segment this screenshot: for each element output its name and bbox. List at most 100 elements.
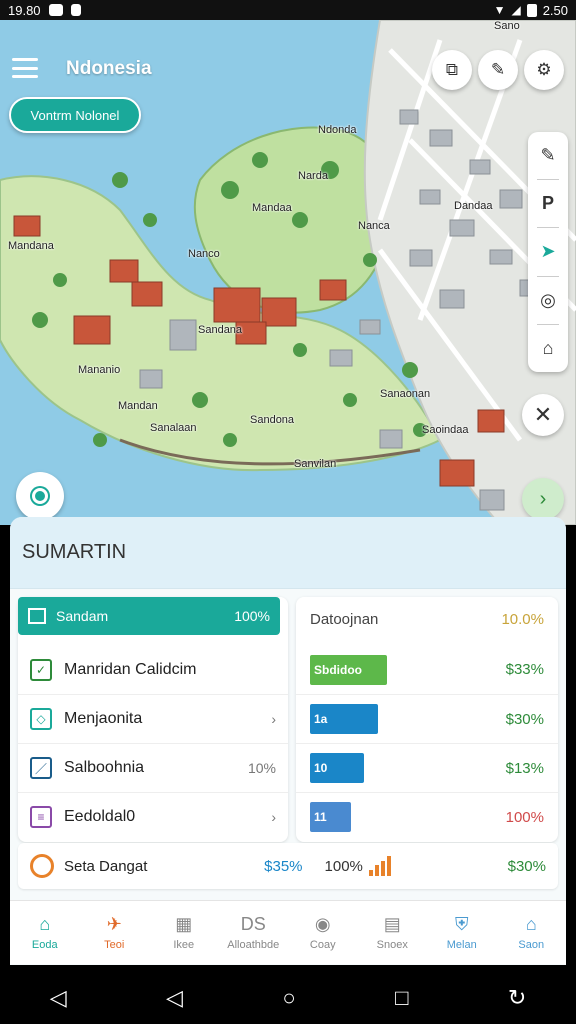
summary-panel: SUMARTIN Sandam 100% ✓ Manridan Calidcim… (10, 517, 566, 965)
stat-bar: 1a (310, 704, 378, 734)
recents-icon[interactable]: □ (395, 985, 408, 1011)
bottom-tab-bar: ⌂ Eoda ✈ Teoi ▦ Ikee DS Alloathbde ◉ Coay ▤ Sn… (10, 900, 566, 964)
tab-shield[interactable]: ⛨ Melan (427, 901, 497, 964)
navigate-icon[interactable]: ➤ (540, 241, 555, 262)
go-arrow-icon[interactable]: › (522, 478, 564, 520)
tab-list[interactable]: ▤ Snoex (358, 901, 428, 964)
close-icon[interactable]: ✕ (522, 394, 564, 436)
stat-bar: 10 (310, 753, 364, 783)
tab-label: Ikee (173, 938, 195, 951)
settings-icon[interactable]: ⚙ (524, 50, 564, 90)
chevron-right-icon: › (271, 711, 276, 727)
layers-icon[interactable]: ⧉ (432, 50, 472, 90)
list-item[interactable]: ／ Salboohnia 10% (18, 743, 288, 792)
tab-label: Teoi (104, 938, 125, 951)
map-canvas (0, 20, 576, 525)
summary-bottom-row[interactable]: Seta Dangat $35% 100% $30% (18, 843, 558, 889)
map-label: Narda (298, 170, 328, 182)
tab-label: Melan (446, 938, 477, 951)
chevron-right-icon: › (271, 809, 276, 825)
bottom-row-value-1: $35% (264, 857, 303, 875)
status-bar: 19.80 ▼ ◢ 2.50 (0, 0, 576, 20)
tab-compass[interactable]: ◉ Coay (288, 901, 358, 964)
grid-icon: ▦ (175, 914, 193, 934)
target-icon[interactable]: ◎ (540, 290, 556, 311)
stat-value: 100% (505, 808, 544, 826)
stat-value: $13% (505, 759, 544, 777)
view-pill-button[interactable]: Vontrm Nolonel (9, 97, 141, 133)
back-arrow-icon[interactable]: ◁ (50, 985, 67, 1011)
home-circle-icon[interactable]: ○ (282, 985, 295, 1011)
route-icon: ✈ (106, 914, 122, 934)
status-right-text: 2.50 (542, 2, 568, 18)
notification-icon (48, 4, 63, 16)
map-label: Mandan (118, 400, 158, 412)
list-icon: ▤ (383, 914, 401, 934)
stats-header: Datoojnan 10.0% (296, 597, 558, 641)
warning-icon (30, 854, 54, 878)
selected-row-value: 100% (234, 608, 270, 624)
shield-icon: ⛨ (455, 914, 469, 934)
stats-header-value: 10.0% (501, 610, 544, 628)
rotate-icon[interactable]: ↻ (508, 985, 526, 1011)
edit-icon[interactable]: ✎ (540, 145, 555, 166)
selected-row[interactable]: Sandam 100% (18, 597, 280, 635)
tab-home[interactable]: ⌂ Eoda (10, 901, 80, 964)
map-label: Nanco (188, 248, 220, 260)
map-label: Sanalaan (150, 422, 197, 434)
wifi-icon: ▼ (493, 3, 506, 17)
left-list-card: Sandam 100% ✓ Manridan Calidcim ◇ Menjao… (18, 597, 288, 842)
tools-icon[interactable]: ✎ (478, 50, 518, 90)
stats-header-label: Datoojnan (310, 610, 379, 628)
stat-row[interactable]: 1a $30% (296, 694, 558, 743)
tab-ds[interactable]: DS Alloathbde (219, 901, 289, 964)
selected-row-label: Sandam (56, 608, 109, 624)
list-item-label: Manridan Calidcim (64, 660, 197, 678)
map-label: Saoindaa (422, 424, 469, 436)
building-icon: ⌂ (525, 914, 537, 934)
document-icon: ≡ (30, 806, 52, 828)
map-side-toolbar: ✎ P ➤ ◎ ⌂ (528, 132, 568, 372)
compass-icon: ◉ (314, 914, 331, 934)
locate-me-button[interactable] (16, 472, 64, 520)
stat-row[interactable]: Sbdidoo $33% (296, 645, 558, 694)
app-icon (70, 4, 81, 16)
menu-icon[interactable] (12, 58, 38, 78)
tab-grid[interactable]: ▦ Ikee (149, 901, 219, 964)
list-item[interactable]: ◇ Menjaonita › (18, 694, 288, 743)
tab-label: Alloathbde (227, 938, 280, 951)
stat-row[interactable]: 11 100% (296, 792, 558, 841)
list-item-label: Menjaonita (64, 710, 143, 727)
tab-label: Eoda (31, 938, 58, 951)
parking-icon[interactable]: P (542, 193, 554, 214)
pen-icon: ／ (30, 757, 52, 779)
map-label: Mananio (78, 364, 121, 376)
map-label: Mandaa (252, 202, 292, 214)
tab-route[interactable]: ✈ Teoi (80, 901, 150, 964)
map-label: Sandona (250, 414, 295, 426)
check-icon: ✓ (30, 658, 52, 681)
stat-value: $30% (505, 710, 544, 728)
right-stats-card: Datoojnan 10.0% Sbdidoo $33% 1a $30% 10 … (296, 597, 558, 842)
bottom-row-value-3: $30% (507, 857, 546, 875)
stat-row[interactable]: 10 $13% (296, 743, 558, 792)
bottom-row-label: Seta Dangat (64, 857, 148, 875)
status-time: 19.80 (8, 2, 41, 18)
tab-label: Saon (518, 938, 545, 951)
system-nav-bar: ◁ ◁ ○ □ ↻ (0, 972, 576, 1024)
map-label: Mandana (8, 240, 54, 252)
bottom-row-value-2: 100% (324, 857, 363, 875)
back-icon[interactable]: ◁ (166, 985, 183, 1011)
list-item[interactable]: ✓ Manridan Calidcim (18, 645, 288, 694)
stat-value: $33% (505, 661, 544, 678)
list-item[interactable]: ≡ Eedoldal0 › (18, 792, 288, 841)
map-label: Sandana (198, 324, 243, 336)
map-view[interactable]: Mandana Ndonda Mandaa Nanco Mananio Sand… (0, 20, 576, 525)
location-dot-icon (32, 488, 48, 504)
panel-title: SUMARTIN (10, 517, 566, 589)
map-label: Nanca (358, 220, 390, 232)
map-label: Sanvilan (294, 458, 337, 470)
stat-bar: 11 (310, 802, 351, 832)
tab-building[interactable]: ⌂ Saon (497, 901, 567, 964)
lock-icon[interactable]: ⌂ (543, 338, 554, 359)
